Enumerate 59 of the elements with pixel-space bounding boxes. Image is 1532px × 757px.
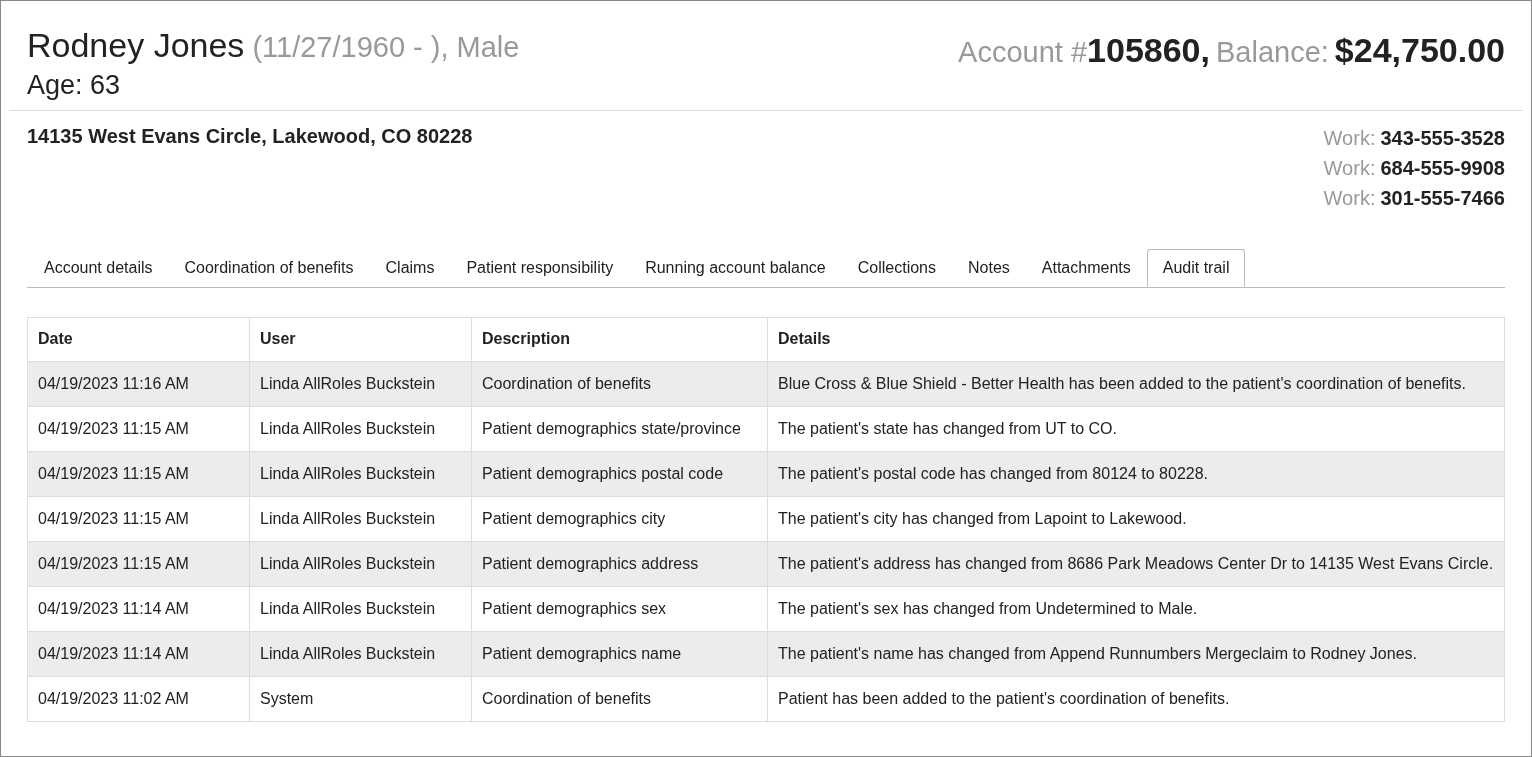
phone-label: Work: (1323, 155, 1376, 181)
tab[interactable]: Patient responsibility (450, 248, 630, 287)
table-cell: Linda AllRoles Buckstein (249, 541, 472, 586)
phone-number: 684-555-9908 (1380, 155, 1505, 181)
table-cell: The patient's city has changed from Lapoint to Lakewood. (767, 496, 1505, 541)
table-cell: Linda AllRoles Buckstein (249, 586, 472, 631)
table-cell: Linda AllRoles Buckstein (249, 451, 472, 496)
table-cell: The patient's address has changed from 8686 Park Meadows Center Dr to 14135 West Evans Circle. (767, 541, 1505, 586)
table-cell: Patient demographics state/province (471, 406, 768, 451)
column-header: Details (767, 317, 1505, 361)
tab[interactable]: Attachments (1025, 248, 1147, 287)
table-cell: 04/19/2023 11:14 AM (27, 631, 250, 676)
table-cell: 04/19/2023 11:15 AM (27, 541, 250, 586)
balance-amount: $24,750.00 (1334, 30, 1505, 71)
tab[interactable]: Notes (952, 248, 1026, 287)
table-cell: Linda AllRoles Buckstein (249, 361, 472, 406)
table-cell: 04/19/2023 11:15 AM (27, 406, 250, 451)
table-cell: The patient's name has changed from Append Runnumbers Mergeclaim to Rodney Jones. (767, 631, 1505, 676)
table-cell: System (249, 676, 472, 721)
balance-label: Balance: (1215, 35, 1329, 70)
table-cell: Linda AllRoles Buckstein (249, 631, 472, 676)
column-header: Date (27, 317, 250, 361)
table-cell: Blue Cross & Blue Shield - Better Health has been added to the patient's coordination of benefits. (767, 361, 1505, 406)
table-cell: 04/19/2023 11:02 AM (27, 676, 250, 721)
table-cell: Patient demographics city (471, 496, 768, 541)
patient-age: Age: 63 (27, 69, 122, 100)
account-number: 105860, (1087, 30, 1210, 71)
table-cell: The patient's state has changed from UT to CO. (767, 406, 1505, 451)
tab[interactable]: Coordination of benefits (168, 248, 370, 287)
table-cell: Coordination of benefits (471, 676, 768, 721)
tab[interactable]: Audit trail (1146, 248, 1246, 287)
table-cell: The patient's postal code has changed from 80124 to 80228. (767, 451, 1505, 496)
account-label: Account # (958, 35, 1088, 70)
phone-label: Work: (1323, 125, 1376, 151)
table-cell: Linda AllRoles Buckstein (249, 496, 472, 541)
patient-address: 14135 West Evans Circle, Lakewood, CO 80228 (27, 123, 473, 149)
tab[interactable]: Claims (369, 248, 451, 287)
patient-dob-sex: (11/27/1960 - ), Male (252, 30, 520, 65)
table-cell: Patient demographics sex (471, 586, 768, 631)
phone-number: 301-555-7466 (1380, 185, 1505, 211)
tab[interactable]: Running account balance (629, 248, 842, 287)
table-cell: Patient demographics address (471, 541, 768, 586)
table-cell: 04/19/2023 11:14 AM (27, 586, 250, 631)
patient-name: Rodney Jones (27, 25, 245, 66)
table-cell: 04/19/2023 11:15 AM (27, 451, 250, 496)
table-cell: Patient demographics name (471, 631, 768, 676)
table-cell: Linda AllRoles Buckstein (249, 406, 472, 451)
phone-label: Work: (1323, 185, 1376, 211)
table-cell: The patient's sex has changed from Undetermined to Male. (767, 586, 1505, 631)
column-header: User (249, 317, 472, 361)
tab[interactable]: Collections (841, 248, 952, 287)
table-cell: 04/19/2023 11:15 AM (27, 496, 250, 541)
tab[interactable]: Account details (28, 248, 169, 287)
table-cell: Coordination of benefits (471, 361, 768, 406)
table-cell: Patient demographics postal code (471, 451, 768, 496)
phone-number: 343-555-3528 (1380, 125, 1505, 151)
column-header: Description (471, 317, 768, 361)
table-cell: 04/19/2023 11:16 AM (27, 361, 250, 406)
table-cell: Patient has been added to the patient's coordination of benefits. (767, 676, 1505, 721)
